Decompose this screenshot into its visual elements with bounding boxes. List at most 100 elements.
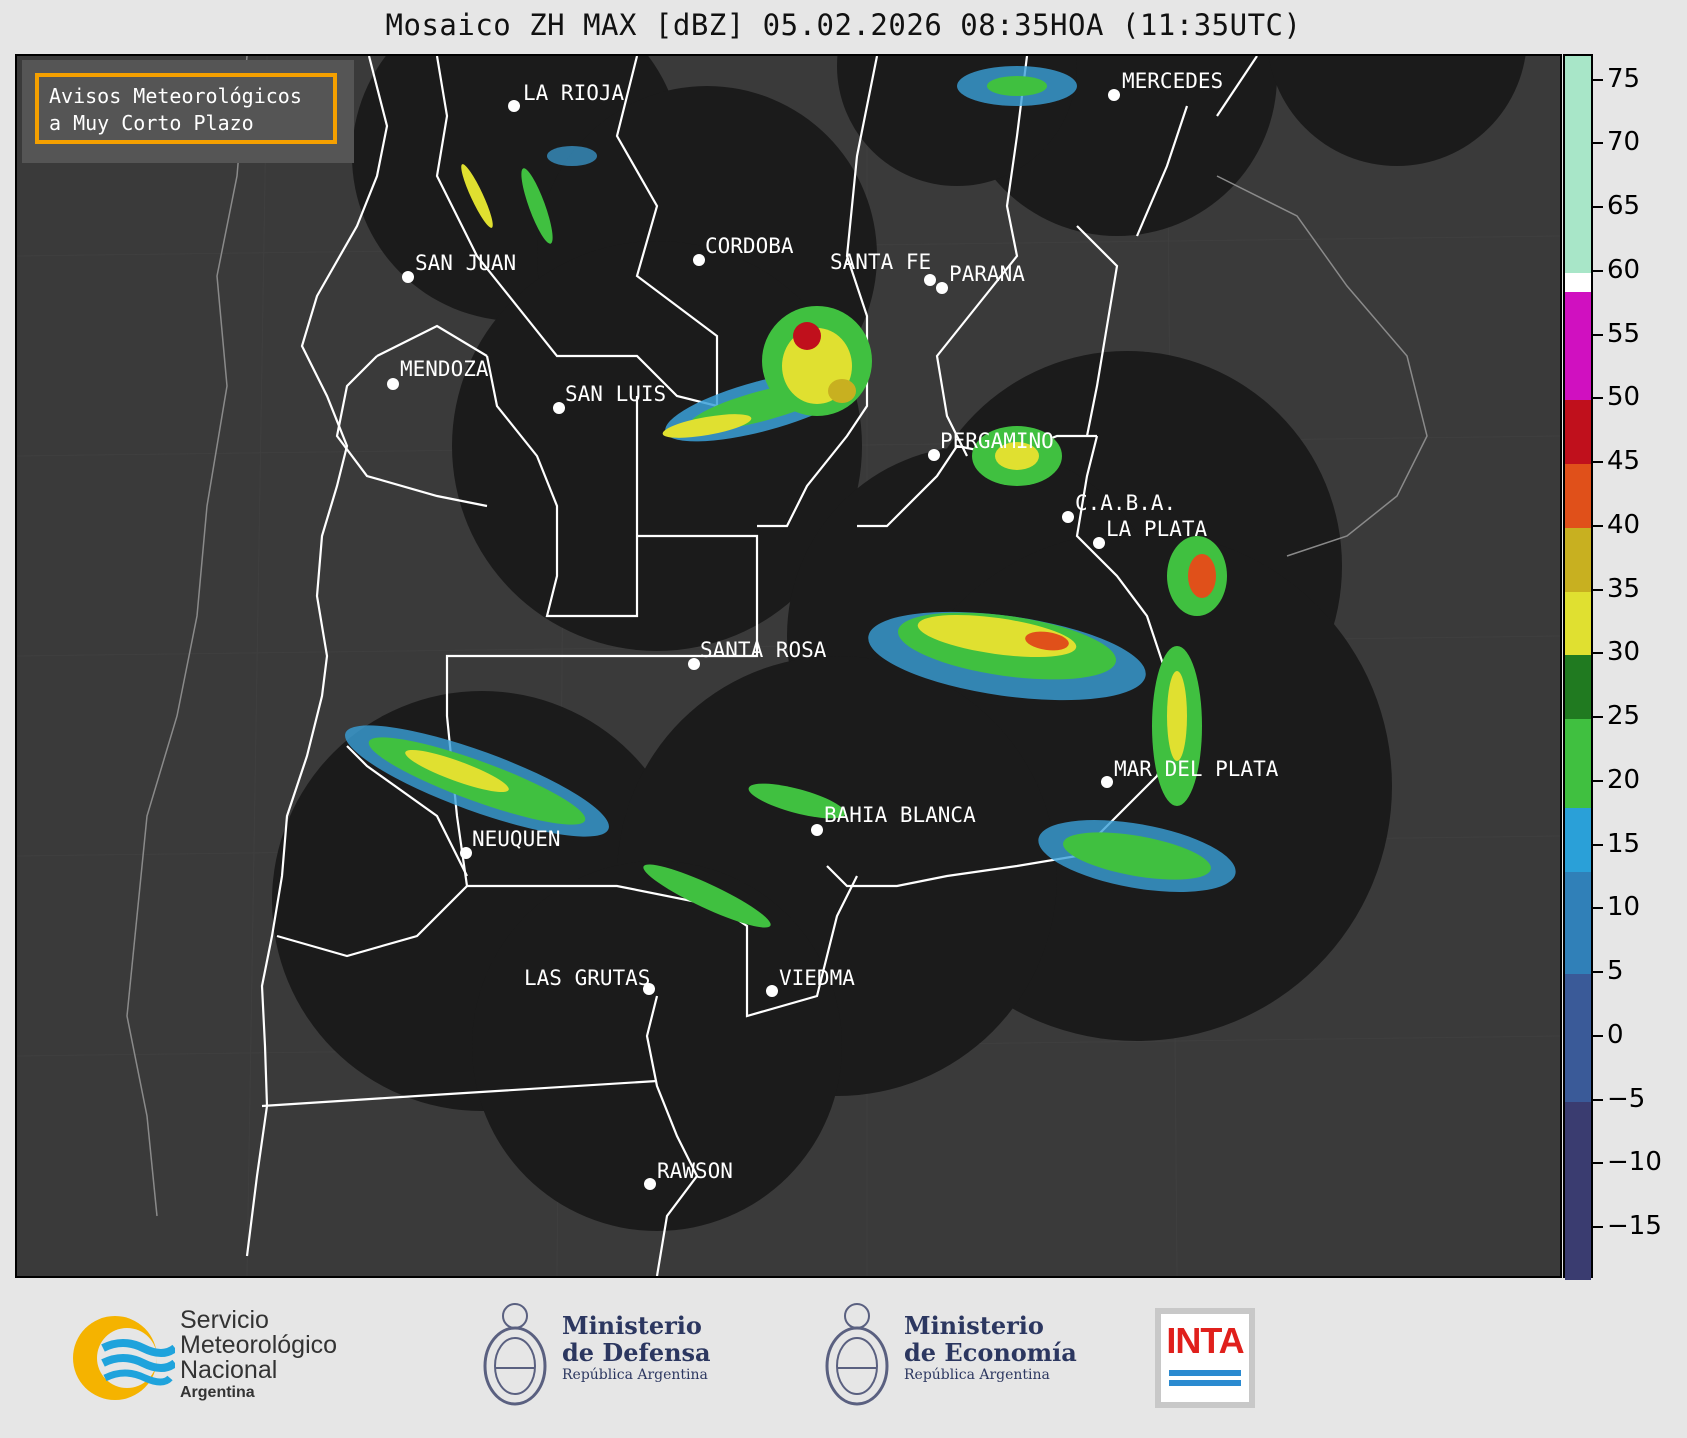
city-dot-santa-rosa — [688, 658, 700, 670]
city-label-cordoba: CORDOBA — [705, 234, 794, 258]
colorbar-tick-label: 5 — [1607, 956, 1624, 986]
city-label-san-juan: SAN JUAN — [415, 251, 516, 275]
colorbar-tick — [1593, 206, 1603, 208]
city-label-mar-del-plata: MAR DEL PLATA — [1114, 757, 1279, 781]
city-label-mendoza: MENDOZA — [400, 357, 489, 381]
ministerio-economia-logo[interactable]: Ministerio de Economía República Argenti… — [820, 1296, 1080, 1421]
colorbar-tick — [1593, 269, 1603, 272]
city-label-mercedes: MERCEDES — [1122, 69, 1223, 93]
city-dot-mercedes — [1108, 89, 1120, 101]
city-dot-caba — [1062, 511, 1074, 523]
map-canvas: LA RIOJA MERCEDES SAN JUAN CORDOBA SANTA… — [17, 56, 1560, 1276]
city-dot-rawson — [644, 1178, 656, 1190]
colorbar-tick-label: 45 — [1607, 446, 1641, 476]
economia-line2: de Economía — [904, 1338, 1077, 1367]
defensa-line2: de Defensa — [562, 1338, 711, 1367]
colorbar-segment — [1565, 56, 1591, 273]
colorbar-segment — [1565, 272, 1591, 292]
city-label-rawson: RAWSON — [657, 1159, 733, 1183]
city-dot-pergamino — [928, 449, 940, 461]
colorbar-tick — [1593, 1098, 1603, 1101]
colorbar-tick — [1593, 843, 1603, 846]
smn-line3: Nacional — [180, 1356, 278, 1384]
colorbar-tick — [1593, 461, 1603, 463]
city-dot-san-juan — [402, 271, 414, 283]
colorbar-tick-label: 55 — [1607, 318, 1641, 349]
colorbar-tick-label: −5 — [1607, 1083, 1646, 1114]
colorbar-tick-label: 15 — [1607, 828, 1641, 859]
colorbar-tick-label: 10 — [1607, 892, 1641, 923]
defensa-line3: República Argentina — [562, 1367, 708, 1383]
colorbar-tick-label: 65 — [1607, 191, 1641, 221]
colorbar-segment — [1565, 655, 1591, 719]
city-dot-la-rioja — [508, 100, 520, 112]
colorbar-tick — [1593, 907, 1603, 910]
colorbar-tick-label: 35 — [1607, 573, 1641, 604]
city-label-santa-rosa: SANTA ROSA — [700, 638, 827, 662]
city-label-neuquen: NEUQUEN — [472, 827, 561, 851]
city-dot-mendoza — [387, 378, 399, 390]
colorbar-tick — [1593, 333, 1603, 336]
colorbar-tick — [1593, 1226, 1603, 1228]
colorbar-tick-label: 20 — [1607, 764, 1641, 795]
colorbar-segment — [1565, 527, 1591, 592]
smn-logo[interactable]: Servicio Meteorológico Nacional Argentin… — [65, 1308, 385, 1408]
colorbar-tick — [1593, 652, 1603, 655]
avisos-link[interactable]: Avisos Meteorológicos a Muy Corto Plazo — [35, 73, 337, 144]
inta-logo[interactable]: INTA — [1155, 1308, 1255, 1408]
city-label-bahia-blanca: BAHIA BLANCA — [824, 803, 976, 827]
map-title: Mosaico ZH MAX [dBZ] 05.02.2026 08:35HOA… — [385, 8, 1302, 42]
city-dot-la-plata — [1093, 537, 1105, 549]
colorbar-segment — [1565, 1101, 1591, 1280]
colorbar-tick — [1593, 397, 1603, 400]
city-dot-santa-fe — [924, 274, 936, 286]
colorbar-segment — [1565, 974, 1591, 1102]
colorbar-tick — [1593, 779, 1603, 782]
colorbar-tick — [1593, 1034, 1603, 1037]
colorbar-segment — [1565, 464, 1591, 528]
radar-map[interactable]: LA RIOJA MERCEDES SAN JUAN CORDOBA SANTA… — [15, 54, 1562, 1278]
colorbar-tick — [1593, 142, 1603, 145]
city-label-caba: C.A.B.A. — [1075, 491, 1176, 515]
colorbar-segment — [1565, 808, 1591, 872]
smn-line1: Servicio — [180, 1306, 269, 1334]
colorbar-segment — [1565, 291, 1591, 401]
colorbar-segment — [1565, 591, 1591, 656]
city-label-pergamino: PERGAMINO — [940, 429, 1054, 453]
footer-logos: Servicio Meteorológico Nacional Argentin… — [0, 1278, 1687, 1438]
colorbar-tick — [1593, 1162, 1603, 1165]
city-label-las-grutas: LAS GRUTAS — [524, 966, 650, 990]
colorbar-tick-label: 75 — [1607, 63, 1641, 94]
city-label-la-plata: LA PLATA — [1106, 517, 1208, 541]
economia-line1: Ministerio — [904, 1311, 1044, 1340]
colorbar-tick-label: 25 — [1607, 701, 1641, 731]
inta-text: INTA — [1166, 1320, 1244, 1361]
smn-emblem-icon — [73, 1316, 175, 1400]
radar-disk-ne — [1268, 56, 1526, 166]
national-coat-of-arms-icon — [483, 1303, 547, 1406]
ministerio-defensa-logo[interactable]: Ministerio de Defensa República Argentin… — [478, 1296, 718, 1421]
colorbar-tick-label: −15 — [1607, 1211, 1662, 1241]
avisos-line2: a Muy Corto Plazo — [49, 111, 254, 135]
city-dot-cordoba — [693, 254, 705, 266]
national-coat-of-arms-icon — [825, 1303, 889, 1406]
colorbar-tick-label: −10 — [1607, 1147, 1662, 1178]
colorbar-tick-label: 50 — [1607, 382, 1641, 413]
colorbar-tick — [1593, 716, 1603, 718]
colorbar-tick — [1593, 588, 1603, 591]
colorbar-tick-label: 60 — [1607, 254, 1641, 285]
smn-line2: Meteorológico — [180, 1331, 338, 1359]
city-label-la-rioja: LA RIOJA — [523, 81, 625, 105]
avisos-panel[interactable]: Avisos Meteorológicos a Muy Corto Plazo — [22, 60, 354, 163]
colorbar-segment — [1565, 719, 1591, 809]
city-dot-viedma — [766, 985, 778, 997]
colorbar-tick-label: 40 — [1607, 509, 1641, 540]
colorbar-tick — [1593, 971, 1603, 973]
city-label-parana: PARANA — [949, 262, 1025, 286]
city-dot-mar-del-plata — [1101, 776, 1113, 788]
city-dot-san-luis — [553, 402, 565, 414]
defensa-line1: Ministerio — [562, 1311, 702, 1340]
city-dot-parana — [936, 282, 948, 294]
dbz-colorbar — [1563, 54, 1593, 1280]
colorbar-segment — [1565, 872, 1591, 974]
